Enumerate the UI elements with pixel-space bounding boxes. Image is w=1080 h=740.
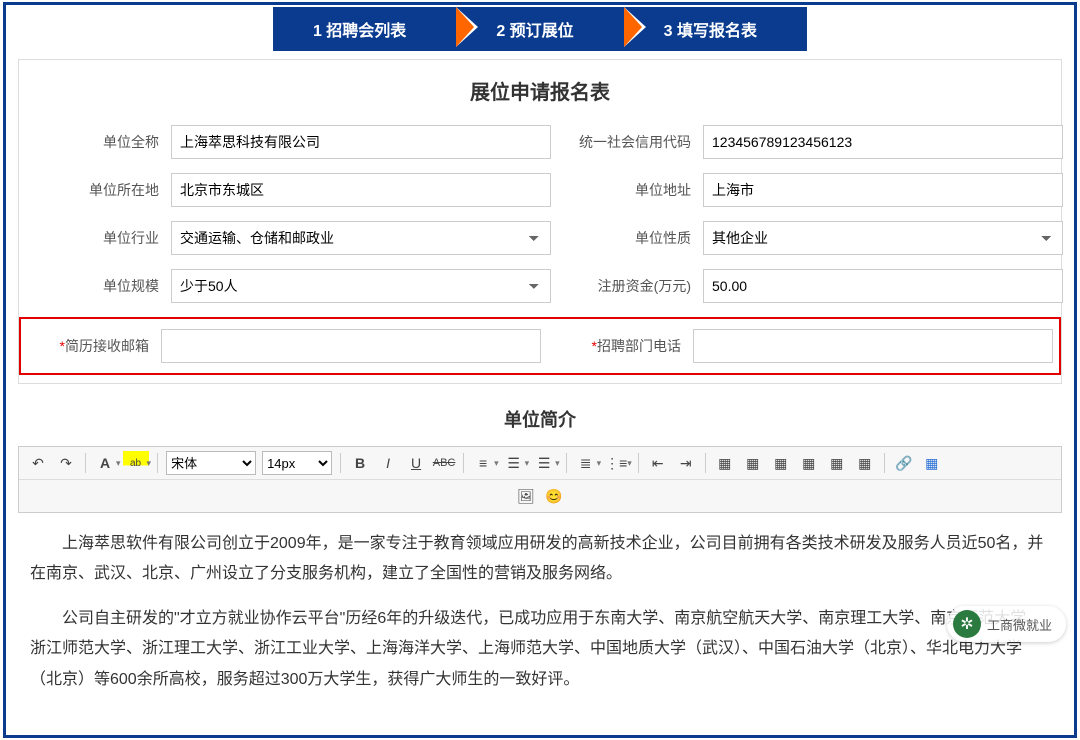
font-color-button[interactable]: A [92,451,118,475]
label-scale: 单位规模 [31,276,171,296]
intro-paragraph-2: 公司自主研发的"才立方就业协作云平台"历经6年的升级迭代，已成功应用于东南大学、… [30,604,1050,695]
step-3[interactable]: 3 填写报名表 [624,7,807,51]
table-insert-row-button[interactable]: ▦ [712,451,738,475]
label-capital: 注册资金(万元) [551,276,703,296]
merge-cells-button[interactable]: ▦ [824,451,850,475]
label-address: 单位地址 [551,180,703,200]
step-1[interactable]: 1 招聘会列表 [273,7,456,51]
input-resume-email[interactable] [161,329,541,363]
table-insert-col-button[interactable]: ▦ [740,451,766,475]
form-title: 展位申请报名表 [19,76,1061,105]
underline-button[interactable]: U [403,451,429,475]
label-company-name: 单位全称 [31,132,171,152]
unordered-list-button[interactable]: ⋮≡ [603,451,629,475]
table-button[interactable]: ▦ [919,451,945,475]
image-button[interactable]: 🖼 [513,484,539,508]
step-bar: 1 招聘会列表 2 预订展位 3 填写报名表 [6,5,1074,53]
form-grid: 单位全称 统一社会信用代码 单位所在地 单位地址 单位行业 交通运输、仓储和邮政… [19,125,1061,303]
editor-content[interactable]: 上海萃思软件有限公司创立于2009年，是一家专注于教育领域应用研发的高新技术企业… [6,513,1074,725]
toolbar-separator [157,453,158,473]
highlight-button[interactable]: ab [123,451,149,475]
input-location[interactable] [171,173,551,207]
select-scale[interactable]: 少于50人 [171,269,551,303]
step-2[interactable]: 2 预订展位 [456,7,623,51]
line-height-button[interactable]: ☰ [501,451,527,475]
emoji-button[interactable]: 😊 [541,484,567,508]
label-location: 单位所在地 [31,180,171,200]
toolbar-separator [705,453,706,473]
toolbar-separator [340,453,341,473]
input-capital[interactable] [703,269,1063,303]
indent-button[interactable]: ☰ [531,451,557,475]
label-credit-code: 统一社会信用代码 [551,132,703,152]
input-company-name[interactable] [171,125,551,159]
align-left-button[interactable]: ≡ [470,451,496,475]
font-family-select[interactable]: 宋体 [166,451,256,475]
strike-button[interactable]: ABC [431,451,457,475]
label-resume-email: *简历接收邮箱 [33,336,161,356]
select-nature[interactable]: 其他企业 [703,221,1063,255]
toolbar-separator [463,453,464,473]
toolbar-separator [638,453,639,473]
watermark-text: 工商微就业 [987,615,1052,634]
label-hr-phone: *招聘部门电话 [541,336,693,356]
input-credit-code[interactable] [703,125,1063,159]
table-delete-row-button[interactable]: ▦ [768,451,794,475]
label-industry: 单位行业 [31,228,171,248]
toolbar-separator [566,453,567,473]
form-card: 展位申请报名表 单位全称 统一社会信用代码 单位所在地 单位地址 单位行业 交通… [18,59,1062,384]
link-button[interactable]: 🔗 [891,451,917,475]
input-address[interactable] [703,173,1063,207]
undo-button[interactable]: ↶ [25,451,51,475]
table-delete-col-button[interactable]: ▦ [796,451,822,475]
page-container: 1 招聘会列表 2 预订展位 3 填写报名表 展位申请报名表 单位全称 统一社会… [3,2,1077,738]
bold-button[interactable]: B [347,451,373,475]
select-industry[interactable]: 交通运输、仓储和邮政业 [171,221,551,255]
ordered-list-button[interactable]: ≣ [573,451,599,475]
label-nature: 单位性质 [551,228,703,248]
wechat-watermark: ✲ 工商微就业 [947,606,1066,642]
required-highlight-box: *简历接收邮箱 *招聘部门电话 [19,317,1061,375]
indent2-button[interactable]: ⇥ [673,451,699,475]
toolbar-separator [85,453,86,473]
italic-button[interactable]: I [375,451,401,475]
split-cells-button[interactable]: ▦ [852,451,878,475]
outdent-button[interactable]: ⇤ [645,451,671,475]
wechat-icon: ✲ [953,610,981,638]
input-hr-phone[interactable] [693,329,1053,363]
editor-toolbar: ↶ ↷ A▾ ab▾ 宋体 14px B I U ABC ≡▾ ☰▾ ☰▾ ≣▾… [18,446,1062,513]
font-size-select[interactable]: 14px [262,451,332,475]
redo-button[interactable]: ↷ [53,451,79,475]
intro-paragraph-1: 上海萃思软件有限公司创立于2009年，是一家专注于教育领域应用研发的高新技术企业… [30,529,1050,590]
intro-title: 单位简介 [6,406,1074,432]
toolbar-separator [884,453,885,473]
